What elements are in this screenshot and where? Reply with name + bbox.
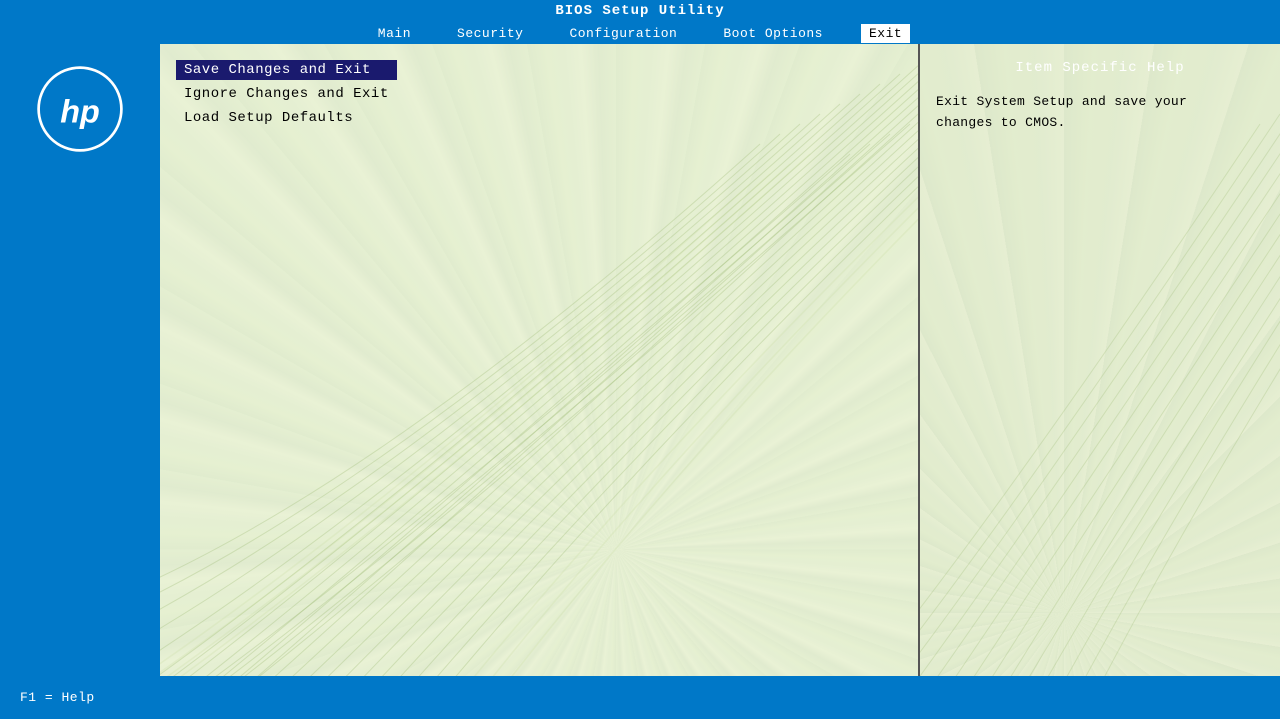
help-title: Item Specific Help	[936, 60, 1264, 76]
f1-help-label: F1 = Help	[20, 690, 95, 705]
hp-logo: hp	[35, 64, 125, 154]
bottom-bar: F1 = Help	[0, 676, 1280, 719]
title-bar: BIOS Setup Utility	[0, 0, 1280, 22]
menu-item-main[interactable]: Main	[370, 24, 419, 43]
menu-bar: Main Security Configuration Boot Options…	[0, 22, 1280, 44]
logo-area: hp	[0, 44, 160, 674]
bios-title: BIOS Setup Utility	[555, 3, 724, 19]
save-changes-exit-option[interactable]: Save Changes and Exit	[176, 60, 397, 80]
load-setup-defaults-option[interactable]: Load Setup Defaults	[176, 108, 397, 128]
svg-text:hp: hp	[60, 94, 100, 130]
bios-menu-options: Save Changes and Exit Ignore Changes and…	[176, 60, 397, 132]
menu-item-configuration[interactable]: Configuration	[561, 24, 685, 43]
ignore-changes-exit-option[interactable]: Ignore Changes and Exit	[176, 84, 397, 104]
help-text: Exit System Setup and save your changes …	[936, 92, 1264, 134]
menu-item-security[interactable]: Security	[449, 24, 531, 43]
right-panel: Item Specific Help Exit System Setup and…	[920, 44, 1280, 676]
main-content: Save Changes and Exit Ignore Changes and…	[160, 44, 920, 676]
menu-item-exit[interactable]: Exit	[861, 24, 910, 43]
swirl-overlay	[160, 44, 920, 676]
item-specific-help: Item Specific Help Exit System Setup and…	[936, 60, 1264, 134]
menu-item-boot-options[interactable]: Boot Options	[715, 24, 831, 43]
right-swirl-overlay	[920, 44, 1280, 676]
